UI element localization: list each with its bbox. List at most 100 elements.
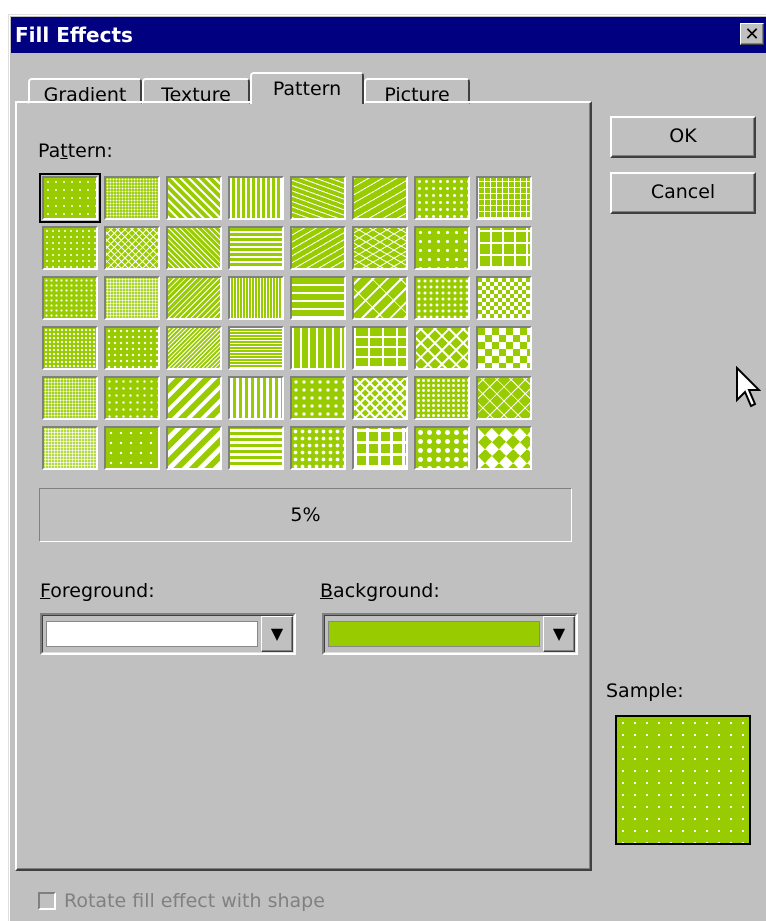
foreground-color-value — [46, 621, 258, 647]
pattern-swatch-dashed-horizontal[interactable] — [287, 273, 349, 323]
pattern-swatch-fill — [476, 326, 532, 370]
selected-pattern-name: 5% — [39, 488, 572, 542]
ok-button[interactable]: OK — [610, 116, 756, 158]
mouse-pointer-icon — [736, 366, 761, 408]
pattern-swatch-sphere[interactable] — [411, 423, 473, 473]
pattern-swatch-wide-downward-diagonal[interactable] — [163, 173, 225, 223]
pattern-swatch-fill — [104, 326, 160, 370]
pattern-swatch-40%[interactable] — [39, 423, 101, 473]
pattern-swatch-fill — [290, 326, 346, 370]
pattern-swatch-narrow-upward-diagonal[interactable] — [163, 323, 225, 373]
pattern-swatch-fill — [104, 426, 160, 470]
foreground-dropdown-button[interactable]: ▼ — [261, 616, 293, 652]
pattern-swatch-large-grid[interactable] — [473, 223, 535, 273]
pattern-swatch-shingle[interactable] — [411, 273, 473, 323]
foreground-label: Foreground: — [40, 580, 155, 602]
pattern-swatch-fill — [414, 226, 470, 270]
tab-pattern[interactable]: Pattern — [250, 72, 364, 104]
chevron-down-icon: ▼ — [270, 624, 284, 643]
pattern-swatch-sparse-dots[interactable] — [101, 323, 163, 373]
pattern-swatch-dense-dots[interactable] — [101, 273, 163, 323]
pattern-swatch-20%[interactable] — [39, 273, 101, 323]
close-icon: ✕ — [744, 24, 760, 45]
pattern-swatch-light-upward-diagonal[interactable] — [163, 273, 225, 323]
pattern-swatch-fill — [166, 426, 222, 470]
chevron-down-icon: ▼ — [552, 624, 566, 643]
pattern-swatch-light-horizontal[interactable] — [225, 223, 287, 273]
pattern-swatch-fill — [414, 276, 470, 320]
pattern-swatch-fill — [42, 176, 98, 220]
pattern-swatch-plaid[interactable] — [349, 423, 411, 473]
pattern-swatch-fill — [166, 276, 222, 320]
pattern-swatch-small-dashes[interactable] — [287, 173, 349, 223]
title-bar[interactable]: Fill Effects ✕ — [11, 17, 766, 53]
rotate-fill-label: Rotate fill effect with shape — [64, 890, 325, 912]
pattern-swatch-fill — [290, 426, 346, 470]
pattern-swatch-fill — [352, 176, 408, 220]
pattern-swatch-fill — [476, 376, 532, 420]
pattern-swatch-solid-diamond[interactable] — [473, 423, 535, 473]
pattern-swatch-fill — [414, 176, 470, 220]
pattern-swatch-fill — [42, 326, 98, 370]
background-color-value — [328, 621, 540, 647]
pattern-swatch-30%[interactable] — [39, 373, 101, 423]
pattern-swatch-fill — [476, 176, 532, 220]
pattern-swatch-trellis[interactable] — [349, 373, 411, 423]
pattern-swatch-confetti[interactable] — [287, 423, 349, 473]
pattern-swatch-weave[interactable] — [411, 323, 473, 373]
pattern-swatch-fill — [166, 376, 222, 420]
pattern-swatch-fill — [228, 276, 284, 320]
pattern-swatch-light-dots[interactable] — [101, 173, 163, 223]
pattern-swatch-large-checkerboard[interactable] — [473, 323, 535, 373]
background-color-dropdown[interactable]: ▼ — [322, 613, 578, 655]
pattern-swatch-dark-diagonal[interactable] — [163, 423, 225, 473]
pattern-swatch-5%[interactable] — [39, 173, 101, 223]
pattern-swatch-fill — [42, 276, 98, 320]
pattern-swatch-fill — [352, 426, 408, 470]
cancel-button[interactable]: Cancel — [610, 172, 756, 214]
pattern-swatch-narrow-vertical[interactable] — [225, 273, 287, 323]
foreground-color-dropdown[interactable]: ▼ — [40, 613, 296, 655]
rotate-fill-checkbox[interactable] — [38, 892, 56, 910]
pattern-swatch-diagonal-brick[interactable] — [349, 273, 411, 323]
pattern-swatch-divot[interactable] — [287, 373, 349, 423]
sample-label: Sample: — [606, 680, 684, 702]
pattern-swatch-fill — [228, 426, 284, 470]
pattern-swatch-fill — [414, 326, 470, 370]
pattern-label: Pattern: — [38, 140, 113, 162]
pattern-swatch-fill — [42, 376, 98, 420]
pattern-swatch-fill — [476, 276, 532, 320]
background-dropdown-button[interactable]: ▼ — [543, 616, 575, 652]
pattern-swatch-light-downward-diagonal[interactable] — [163, 223, 225, 273]
pattern-swatch-dashed-vertical[interactable] — [287, 323, 349, 373]
pattern-swatch-dark-horizontal[interactable] — [225, 423, 287, 473]
pattern-swatch-dotted-grid[interactable] — [411, 173, 473, 223]
pattern-swatch-crosshatch-light[interactable] — [101, 223, 163, 273]
pattern-swatch-fill — [166, 326, 222, 370]
pattern-swatch-sphere-light[interactable] — [411, 373, 473, 423]
pattern-swatch-fill — [290, 226, 346, 270]
pattern-swatch-zigzag[interactable] — [349, 223, 411, 273]
pattern-swatch-sparse-dots-2[interactable] — [101, 373, 163, 423]
pattern-swatch-wide-upward-diagonal[interactable] — [163, 373, 225, 423]
pattern-swatch-outlined-diamond[interactable] — [473, 373, 535, 423]
pattern-swatch-25%[interactable] — [39, 323, 101, 373]
pattern-swatch-small-checkerboard[interactable] — [473, 273, 535, 323]
pattern-swatch-wave[interactable] — [349, 173, 411, 223]
close-button[interactable]: ✕ — [740, 23, 764, 45]
pattern-swatch-horizontal-brick[interactable] — [349, 323, 411, 373]
pattern-swatch-dark-vertical[interactable] — [225, 373, 287, 423]
sample-preview — [615, 715, 751, 845]
pattern-swatch-fill — [352, 376, 408, 420]
pattern-swatch-fill — [352, 226, 408, 270]
pattern-swatch-10%[interactable] — [39, 223, 101, 273]
pattern-swatch-dotted-diamond[interactable] — [411, 223, 473, 273]
pattern-swatch-fill — [228, 176, 284, 220]
pattern-swatch-small-grid[interactable] — [473, 173, 535, 223]
pattern-swatch-narrow-horizontal[interactable] — [225, 323, 287, 373]
pattern-swatch-fill — [352, 326, 408, 370]
pattern-swatch-light-vertical[interactable] — [225, 173, 287, 223]
pattern-swatch-fill — [166, 176, 222, 220]
pattern-swatch-dashed-upward-diagonal[interactable] — [287, 223, 349, 273]
pattern-swatch-very-sparse-dots[interactable] — [101, 423, 163, 473]
